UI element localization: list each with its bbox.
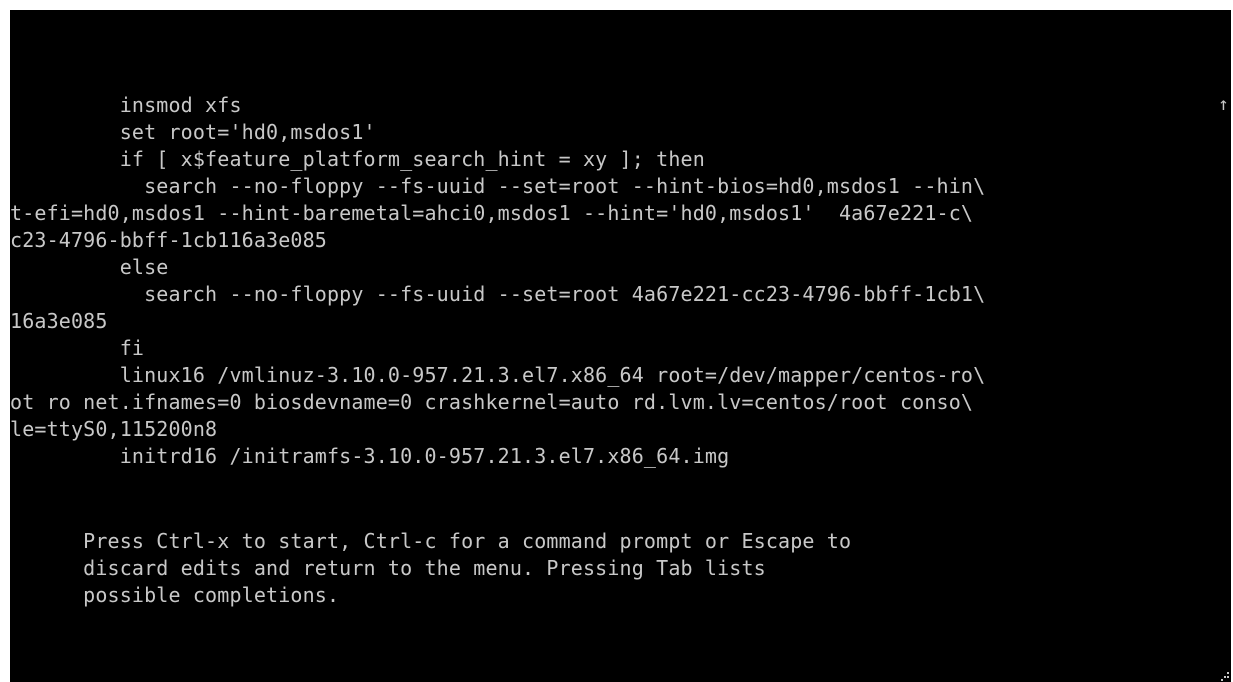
scroll-up-arrow-icon: ↑	[1218, 94, 1229, 115]
editor-line-1[interactable]: insmod xfs	[10, 92, 242, 119]
help-text-line-2: discard edits and return to the menu. Pr…	[10, 556, 766, 580]
help-text-line-3: possible completions.	[10, 583, 340, 607]
help-text-line-1: Press Ctrl-x to start, Ctrl-c for a comm…	[10, 529, 852, 553]
window-resize-grip-icon[interactable]	[1215, 668, 1231, 682]
editor-line-13[interactable]: le=ttyS0,115200n8	[10, 416, 217, 443]
editor-line-2[interactable]: set root='hd0,msdos1'	[10, 119, 376, 146]
editor-line-3[interactable]: if [ x$feature_platform_search_hint = xy…	[10, 146, 705, 173]
editor-line-14[interactable]: initrd16 /initramfs-3.10.0-957.21.3.el7.…	[10, 443, 729, 470]
editor-line-7[interactable]: else	[10, 254, 169, 281]
grub-edit-console[interactable]: insmod xfs set root='hd0,msdos1' if [ x$…	[10, 10, 1231, 682]
editor-line-5[interactable]: t-efi=hd0,msdos1 --hint-baremetal=ahci0,…	[10, 200, 973, 227]
editor-line-10[interactable]: fi	[10, 335, 144, 362]
editor-line-8[interactable]: search --no-floppy --fs-uuid --set=root …	[10, 281, 985, 308]
editor-line-4[interactable]: search --no-floppy --fs-uuid --set=root …	[10, 173, 985, 200]
editor-line-9[interactable]: 16a3e085	[10, 308, 108, 335]
editor-line-12[interactable]: ot ro net.ifnames=0 biosdevname=0 crashk…	[10, 389, 973, 416]
editor-line-6[interactable]: c23-4796-bbff-1cb116a3e085	[10, 227, 327, 254]
editor-line-11[interactable]: linux16 /vmlinuz-3.10.0-957.21.3.el7.x86…	[10, 362, 985, 389]
